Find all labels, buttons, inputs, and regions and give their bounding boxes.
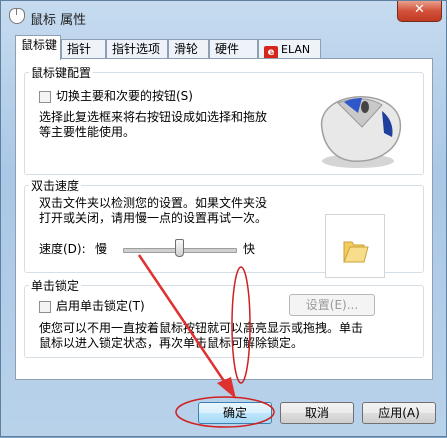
tab-elan[interactable]: e ELAN [258, 39, 321, 60]
fast-label: 快 [243, 242, 256, 256]
mouse-image [320, 96, 402, 168]
mouse-buttons-panel: 鼠标键配置 切换主要和次要的按钮(S) 选择此复选框来将右按钮设成如选择和拖放 … [15, 58, 433, 380]
title-bar: 鼠标 属性 ✕ [1, 1, 447, 31]
close-button[interactable]: ✕ [397, 1, 442, 22]
tab-pointer-options[interactable]: 指针选项 [106, 39, 168, 58]
click-lock-title: 单击锁定 [29, 277, 82, 294]
double-click-description-line-1: 双击文件夹以检测您的设置。如果文件夹没 [39, 196, 268, 210]
speed-slider-thumb[interactable] [175, 239, 184, 257]
enable-click-lock-label[interactable]: 启用单击锁定(T) [56, 299, 145, 314]
tab-wheel[interactable]: 滑轮 [168, 39, 209, 58]
click-lock-settings-button[interactable]: 设置(E)... [289, 294, 375, 316]
double-click-speed-title: 双击速度 [29, 177, 82, 194]
cancel-button[interactable]: 取消 [280, 402, 354, 424]
button-configuration-group: 鼠标键配置 切换主要和次要的按钮(S) 选择此复选框来将右按钮设成如选择和拖放 … [24, 64, 424, 175]
double-click-speed-group: 双击速度 双击文件夹以检测您的设置。如果文件夹没 打开或关闭，请用慢一点的设置再… [24, 177, 424, 278]
switch-buttons-checkbox[interactable] [39, 91, 51, 103]
slow-label: 慢 [95, 242, 108, 256]
click-lock-description-line-1: 使您可以不用一直按着鼠标按钮就可以高亮显示或拖拽。单击 [39, 321, 364, 335]
tab-elan-label: ELAN [281, 43, 311, 56]
test-area[interactable] [325, 214, 385, 278]
window-title: 鼠标 属性 [30, 13, 87, 28]
button-configuration-description-line-1: 选择此复选框来将右按钮设成如选择和拖放 [39, 110, 268, 124]
mouse-properties-window: 鼠标 属性 ✕ 鼠标键 指针 指针选项 滑轮 硬件 e ELAN 鼠标键配置 切换… [0, 0, 447, 437]
click-lock-description-line-2: 鼠标以进入锁定状态，再次单击鼠标可解除锁定。 [39, 336, 304, 350]
double-click-description-line-2: 打开或关闭，请用慢一点的设置再试一次。 [39, 211, 268, 225]
button-configuration-title: 鼠标键配置 [29, 64, 94, 81]
tab-mouse-buttons[interactable]: 鼠标键 [15, 35, 61, 60]
mouse-app-icon [9, 8, 25, 24]
button-configuration-description-line-2: 等主要性能使用。 [39, 125, 136, 139]
tab-hardware[interactable]: 硬件 [209, 39, 258, 58]
switch-buttons-label[interactable]: 切换主要和次要的按钮(S) [56, 89, 193, 104]
annotation-arrowhead [217, 377, 236, 399]
folder-icon[interactable] [342, 237, 370, 265]
ok-button[interactable]: 确定 [198, 402, 272, 424]
speed-label: 速度(D): [39, 242, 86, 256]
apply-button[interactable]: 应用(A) [362, 402, 436, 424]
click-lock-group: 单击锁定 启用单击锁定(T) 设置(E)... 使您可以不用一直按着鼠标按钮就可… [24, 277, 424, 358]
tab-pointers[interactable]: 指针 [61, 39, 106, 58]
enable-click-lock-checkbox[interactable] [39, 301, 51, 313]
